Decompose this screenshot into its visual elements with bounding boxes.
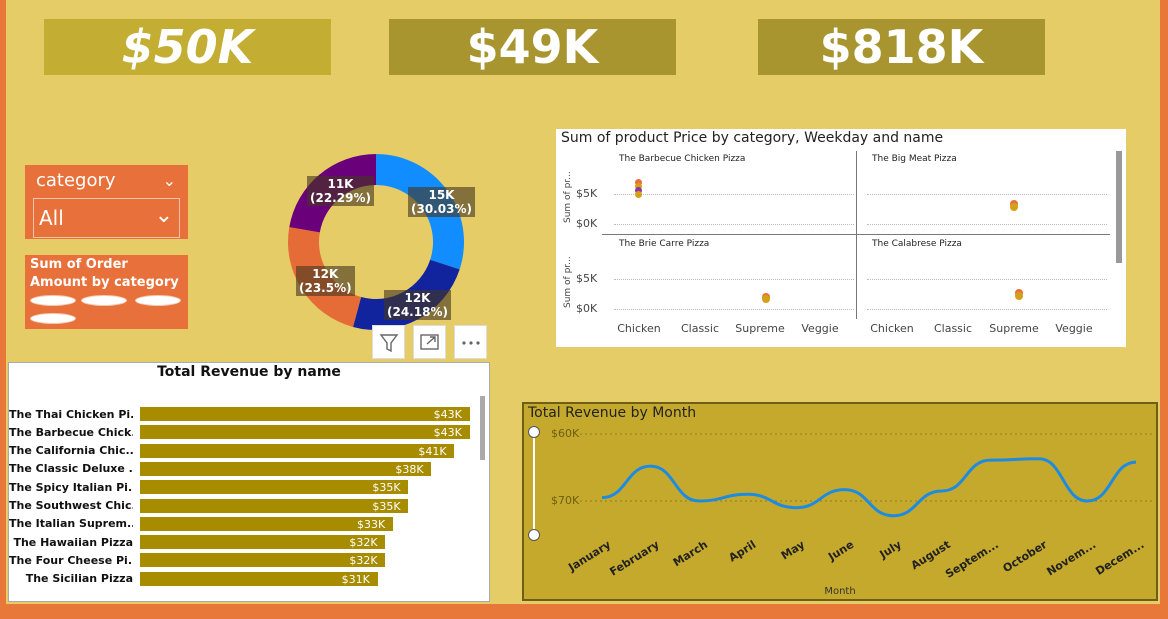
panel-title-3: The Brie Carre Pizza — [619, 239, 710, 249]
x-tick: Veggie — [1055, 322, 1093, 335]
y-tick: $0K — [576, 302, 598, 315]
bar[interactable] — [140, 498, 409, 513]
x-tick: Classic — [680, 322, 720, 335]
x-tick: Chicken — [617, 322, 661, 335]
bar-value-label: $43K — [433, 408, 462, 421]
y-tick: $5K — [576, 187, 598, 200]
slicer-title: category — [36, 170, 116, 191]
bar-category-label: The Southwest Chic... — [9, 499, 133, 512]
x-tick: Supreme — [989, 322, 1039, 335]
bar[interactable] — [140, 461, 432, 476]
y-tick: $0K — [576, 217, 598, 230]
x-tick: Chicken — [870, 322, 914, 335]
x-tick: Classic — [933, 322, 973, 335]
bar[interactable] — [140, 407, 470, 421]
chart-title: Total Revenue by name — [157, 364, 341, 380]
order-amount-legend-card: Sum of Order Amount by category — [25, 255, 188, 329]
bar-value-label: $32K — [349, 554, 378, 568]
bar[interactable] — [140, 480, 409, 495]
order-amount-donut-chart[interactable]: 15K (30.03%) 12K (24.18%) 12K (23.5%) 11K (2… — [276, 150, 476, 340]
revenue-by-month-chart[interactable]: Total Revenue by Month $60K $70K January… — [522, 402, 1158, 601]
bar-category-label: The Sicilian Pizza — [25, 572, 133, 586]
donut-label-4: 11K (22.29%) — [307, 176, 374, 206]
bar-category-label: The Thai Chicken Pi... — [9, 407, 133, 421]
scrollbar[interactable] — [480, 396, 485, 460]
slicer-dropdown[interactable]: All ⌄ — [33, 198, 180, 238]
donut-label-1: 15K (30.03%) — [408, 187, 475, 217]
bar-value-label: $32K — [349, 536, 378, 550]
legend-item-4[interactable] — [30, 313, 76, 324]
product-price-small-multiples[interactable]: Sum of product Price by category, Weekda… — [556, 129, 1126, 347]
panel-title-4: The Calabrese Pizza — [872, 239, 962, 249]
bar-category-label: The Spicy Italian Pi... — [9, 480, 133, 494]
y-axis-label: Sum of pr... — [563, 256, 573, 308]
kpi-card-1: $50K — [44, 19, 331, 75]
bar-category-label: The Classic Deluxe ... — [9, 462, 133, 476]
legend-item-1[interactable] — [30, 295, 76, 306]
legend-item-3[interactable] — [135, 295, 181, 306]
bar-category-label: The Barbecue Chick... — [9, 425, 133, 439]
slicer-value: All — [39, 206, 64, 230]
category-slicer[interactable]: category ⌄ All ⌄ — [25, 165, 188, 239]
bar-category-label: The Italian Suprem... — [9, 517, 133, 531]
bar[interactable] — [140, 443, 455, 458]
bar-category-label: The Four Cheese Pi... — [9, 553, 133, 567]
dropdown-arrow-icon[interactable]: ⌄ — [155, 203, 173, 228]
bar-value-label: $43K — [433, 426, 462, 440]
chart-title: Sum of product Price by category, Weekda… — [561, 130, 944, 146]
kpi-card-3: $818K — [758, 19, 1045, 75]
x-axis-title: Month — [824, 586, 856, 597]
bar-value-label: $35K — [372, 499, 401, 513]
donut-label-3: 12K (23.5%) — [296, 266, 355, 296]
y-axis-label: Sum of pr... — [563, 171, 573, 223]
bar[interactable] — [140, 516, 393, 531]
x-tick: Veggie — [801, 322, 839, 335]
donut-label-2: 12K (24.18%) — [384, 290, 451, 320]
kpi-card-2: $49K — [389, 19, 676, 75]
focus-mode-icon[interactable] — [413, 325, 446, 359]
panel-title-2: The Big Meat Pizza — [872, 154, 957, 164]
y-tick: $5K — [576, 272, 598, 285]
dashboard-canvas: $50K $49K $818K category ⌄ All ⌄ Sum of … — [6, 0, 1160, 604]
bar-value-label: $35K — [372, 481, 401, 495]
bar-value-label: $38K — [395, 462, 424, 476]
legend-title: Sum of Order Amount by category — [30, 257, 179, 290]
scrollbar[interactable] — [1116, 151, 1122, 263]
bar-category-label: The California Chic... — [9, 444, 133, 458]
chevron-down-icon[interactable]: ⌄ — [163, 171, 176, 190]
bar-value-label: $33K — [357, 517, 386, 531]
panel-title-1: The Barbecue Chicken Pizza — [619, 154, 746, 164]
legend-item-2[interactable] — [81, 295, 127, 306]
filter-icon[interactable] — [372, 325, 405, 359]
bar-value-label: $41K — [418, 444, 447, 458]
bar-value-label: $31K — [341, 572, 370, 586]
x-tick: Supreme — [735, 322, 785, 335]
revenue-by-name-chart[interactable]: Total Revenue by name The Thai Chicken P… — [8, 362, 490, 602]
bar[interactable] — [140, 425, 470, 440]
more-options-icon[interactable] — [454, 325, 487, 359]
bar-category-label: The Hawaiian Pizza — [13, 535, 133, 549]
